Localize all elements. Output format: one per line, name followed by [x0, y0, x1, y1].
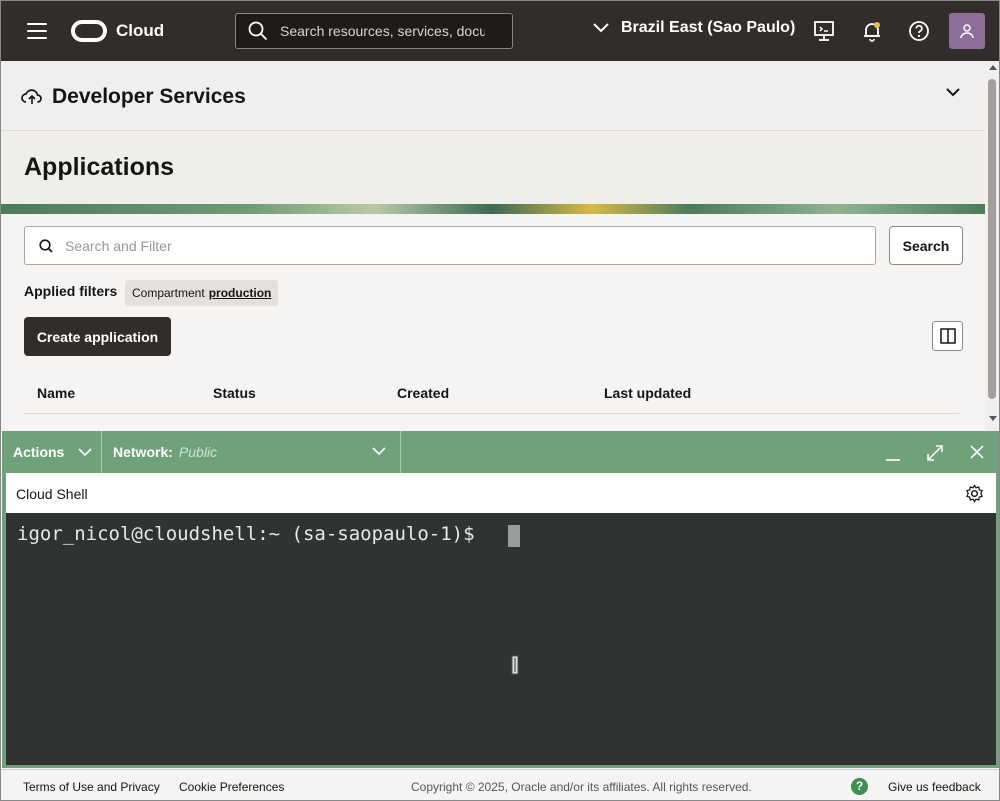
user-avatar[interactable]: [949, 13, 985, 49]
scroll-up-arrow[interactable]: [989, 65, 997, 70]
top-navigation-bar: Cloud Brazil East (Sao Paulo): [1, 1, 999, 61]
feedback-help-icon[interactable]: ?: [851, 778, 868, 795]
scrollbar-thumb[interactable]: [988, 79, 996, 399]
decorative-banner: [1, 204, 985, 214]
global-search[interactable]: [235, 13, 513, 49]
column-settings-button[interactable]: [932, 321, 963, 351]
column-header-status[interactable]: Status: [213, 385, 256, 401]
service-header: Developer Services: [1, 61, 985, 131]
network-indicator: Network: Public: [113, 444, 217, 460]
terms-link[interactable]: Terms of Use and Privacy: [23, 780, 160, 794]
search-button[interactable]: Search: [889, 226, 963, 265]
minimize-icon[interactable]: [884, 445, 902, 463]
chevron-down-icon: [78, 447, 92, 456]
text-cursor-icon: [511, 655, 519, 675]
give-feedback-link[interactable]: Give us feedback: [888, 780, 981, 794]
columns-icon: [939, 328, 956, 344]
vertical-scrollbar[interactable]: [985, 61, 999, 431]
search-icon: [248, 21, 268, 41]
network-value: Public: [178, 444, 218, 460]
search-and-filter[interactable]: [24, 226, 876, 265]
copyright-text: Copyright © 2025, Oracle and/or its affi…: [411, 780, 752, 794]
menu-icon[interactable]: [27, 23, 47, 39]
table-header-divider: [24, 413, 959, 414]
create-application-button[interactable]: Create application: [24, 317, 171, 356]
search-icon: [39, 238, 53, 253]
terminal[interactable]: igor_nicol@cloudshell:~ (sa-saopaulo-1)$: [6, 513, 996, 765]
chip-value-link[interactable]: production: [209, 286, 272, 300]
page-header: Applications: [1, 131, 985, 206]
cloud-upload-icon: [21, 89, 42, 104]
terminal-prompt: igor_nicol@cloudshell:~ (sa-saopaulo-1)$: [17, 523, 486, 545]
compartment-filter-chip[interactable]: Compartment production: [125, 280, 279, 306]
global-search-input[interactable]: [280, 23, 485, 39]
cookie-preferences-link[interactable]: Cookie Preferences: [179, 780, 284, 794]
actions-menu[interactable]: Actions: [13, 444, 92, 460]
page-title: Applications: [24, 153, 175, 181]
gear-icon[interactable]: [965, 484, 984, 503]
actions-label: Actions: [13, 444, 65, 460]
toolbar-divider: [101, 431, 102, 473]
search-and-filter-input[interactable]: [65, 237, 845, 254]
chevron-down-icon[interactable]: [372, 447, 386, 456]
region-selector[interactable]: Brazil East (Sao Paulo): [593, 19, 795, 37]
main-content: Developer Services Applications Search A…: [1, 61, 985, 431]
column-header-name[interactable]: Name: [37, 385, 75, 401]
user-icon: [960, 24, 974, 39]
close-icon[interactable]: [968, 443, 986, 461]
column-header-last-updated[interactable]: Last updated: [604, 385, 691, 401]
column-header-created[interactable]: Created: [397, 385, 449, 401]
toolbar-divider: [400, 431, 401, 473]
help-icon[interactable]: [907, 19, 931, 43]
scroll-down-arrow[interactable]: [989, 416, 997, 421]
cloud-shell-panel: Actions Network: Public Cloud Shell igor…: [2, 431, 999, 768]
cloud-shell-title: Cloud Shell: [16, 486, 88, 502]
brand-name[interactable]: Cloud: [116, 21, 164, 41]
chevron-down-icon: [593, 23, 609, 33]
cloud-shell-toolbar: Actions Network: Public: [2, 431, 999, 473]
developer-tools-icon[interactable]: [812, 19, 836, 43]
page-footer: Terms of Use and Privacy Cookie Preferen…: [1, 769, 999, 800]
service-title: Developer Services: [52, 85, 246, 108]
oracle-logo-icon[interactable]: [71, 20, 107, 42]
applied-filters-label: Applied filters: [24, 283, 118, 299]
notifications-bell-icon[interactable]: [860, 19, 884, 43]
browser-viewport: Cloud Brazil East (Sao Paulo) Developer …: [0, 0, 1000, 801]
cloud-shell-header: Cloud Shell: [6, 473, 996, 513]
chevron-down-icon[interactable]: [946, 87, 960, 97]
chip-key: Compartment: [132, 286, 205, 300]
network-label: Network:: [113, 444, 173, 460]
maximize-icon[interactable]: [925, 443, 945, 463]
terminal-cursor: [508, 525, 520, 547]
region-label: Brazil East (Sao Paulo): [621, 19, 796, 36]
